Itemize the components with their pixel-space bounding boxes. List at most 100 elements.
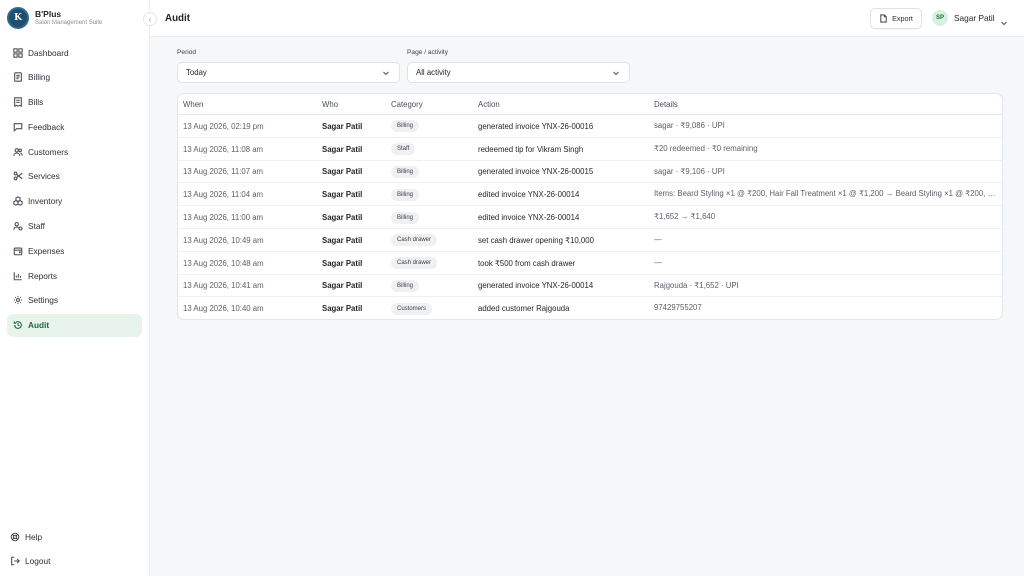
row-category: Billing [391,115,420,138]
table-header: When Who Category Action Details [178,94,1002,115]
sidebar-item-settings[interactable]: Settings [7,289,142,312]
row-category: Billing [391,161,420,184]
row-action: edited invoice YNX-26-00014 [478,190,580,200]
sidebar-item-audit[interactable]: Audit [7,313,142,337]
avatar: SP [932,10,948,26]
category-badge: Cash drawer [391,234,438,247]
table-row[interactable]: 13 Aug 2026, 10:49 am Sagar Patil Cash dra… [178,229,1002,252]
table-row[interactable]: 13 Aug 2026, 02:19 pm Sagar Patil Billing g… [178,115,1002,138]
activity-select[interactable]: All activity [407,62,630,83]
sidebar-item-label: Bills [28,97,44,108]
row-action: generated invoice YNX-26-00016 [478,121,594,131]
help-label: Help [25,531,43,542]
row-who: Sagar Patil [322,167,363,177]
sidebar-item-label: Dashboard [28,47,69,58]
sidebar-item-reports[interactable]: Reports [7,264,142,287]
sidebar-item-label: Inventory [28,196,63,207]
row-when: 13 Aug 2026, 11:04 am [183,190,264,200]
row-who: Sagar Patil [322,213,363,223]
row-who: Sagar Patil [322,190,363,200]
sidebar-item-dashboard[interactable]: Dashboard [7,41,142,64]
sidebar-item-label: Feedback [28,121,65,132]
top-header: Audit Export SP Sagar Patil [150,0,1024,37]
row-who: Sagar Patil [322,258,363,268]
sidebar-item-feedback[interactable]: Feedback [7,115,142,138]
column-when: When [183,99,204,109]
row-action: edited invoice YNX-26-00014 [478,213,580,223]
sidebar-item-inventory[interactable]: Inventory [7,190,142,213]
row-details: Items: Beard Styling ×1 @ ₹200, Hair Fal… [654,189,1000,199]
category-badge: Billing [391,120,420,133]
category-badge: Customers [391,302,433,315]
period-select[interactable]: Today [177,62,400,83]
column-category: Category [391,99,423,109]
sidebar-item-logout[interactable]: Logout [7,550,142,573]
table-row[interactable]: 13 Aug 2026, 11:04 am Sagar Patil Billing e… [178,183,1002,207]
row-when: 13 Aug 2026, 11:08 am [183,144,264,154]
row-category: Staff [391,138,416,161]
period-label: Period [177,49,197,56]
users-icon [12,146,24,158]
sidebar-item-staff[interactable]: Staff [7,215,142,238]
category-badge: Billing [391,165,420,178]
gear-icon [12,294,24,306]
staff-icon [12,220,24,232]
sidebar-item-bills[interactable]: Bills [7,91,142,114]
row-details: ₹20 redeemed · ₹0 remaining [654,143,758,153]
row-action: took ₹500 from cash drawer [478,258,576,268]
row-when: 13 Aug 2026, 10:48 am [183,258,264,268]
row-category: Customers [391,297,433,319]
table-row[interactable]: 13 Aug 2026, 11:00 am Sagar Patil Billing e… [178,206,1002,229]
brand-logo: K [7,7,29,29]
row-when: 13 Aug 2026, 10:41 am [183,281,264,291]
chevron-down-icon [382,69,390,77]
audit-table: When Who Category Action Details 13 Aug … [177,93,1003,320]
brand-subtitle: Salon Management Suite [35,19,103,26]
row-category: Cash drawer [391,229,438,252]
sidebar-item-services[interactable]: Services [7,165,142,188]
scissors-icon [12,170,24,182]
sidebar-item-label: Customers [28,146,69,157]
activity-label: Page / activity [407,49,449,56]
sidebar-bottom: Help Logout [7,525,142,575]
row-who: Sagar Patil [322,144,363,154]
category-badge: Cash drawer [391,257,438,270]
table-row[interactable]: 13 Aug 2026, 11:08 am Sagar Patil Staff red… [178,138,1002,161]
table-row[interactable]: 13 Aug 2026, 11:07 am Sagar Patil Billing g… [178,161,1002,184]
category-badge: Billing [391,211,420,224]
row-when: 13 Aug 2026, 10:40 am [183,304,264,314]
user-name: Sagar Patil [954,13,995,23]
chevron-down-icon [612,69,620,77]
row-who: Sagar Patil [322,235,363,245]
export-button[interactable]: Export [870,8,922,29]
sidebar-item-label: Expenses [28,245,65,256]
receipt-icon [12,71,24,83]
logout-label: Logout [25,556,51,567]
table-row[interactable]: 13 Aug 2026, 10:41 am Sagar Patil Billing g… [178,275,1002,298]
help-icon [9,531,21,543]
sidebar-item-customers[interactable]: Customers [7,140,142,163]
row-action: generated invoice YNX-26-00014 [478,281,594,291]
sidebar-item-label: Staff [28,221,45,232]
row-details: 97429755207 [654,303,702,313]
row-action: added customer Rajgouda [478,304,570,314]
sidebar-item-expenses[interactable]: Expenses [7,239,142,262]
row-category: Cash drawer [391,252,438,275]
row-who: Sagar Patil [322,304,363,314]
row-details: Rajgouda · ₹1,652 · UPI [654,280,739,290]
row-action: set cash drawer opening ₹10,000 [478,235,594,245]
sidebar-item-billing[interactable]: Billing [7,66,142,89]
table-row[interactable]: 13 Aug 2026, 10:48 am Sagar Patil Cash dra… [178,252,1002,275]
logout-icon [9,555,21,567]
row-action: redeemed tip for Vikram Singh [478,144,584,154]
period-value: Today [186,68,207,77]
sidebar-item-help[interactable]: Help [7,525,142,548]
collapse-sidebar-button[interactable]: ‹ [143,12,157,26]
brand: K B'Plus Salon Management Suite [7,7,102,29]
wallet-icon [12,245,24,257]
user-menu[interactable]: SP Sagar Patil [932,10,1008,26]
brand-name: B'Plus [35,8,62,19]
activity-value: All activity [416,68,451,77]
chevron-down-icon [1000,14,1008,26]
table-row[interactable]: 13 Aug 2026, 10:40 am Sagar Patil Customer… [178,297,1002,319]
